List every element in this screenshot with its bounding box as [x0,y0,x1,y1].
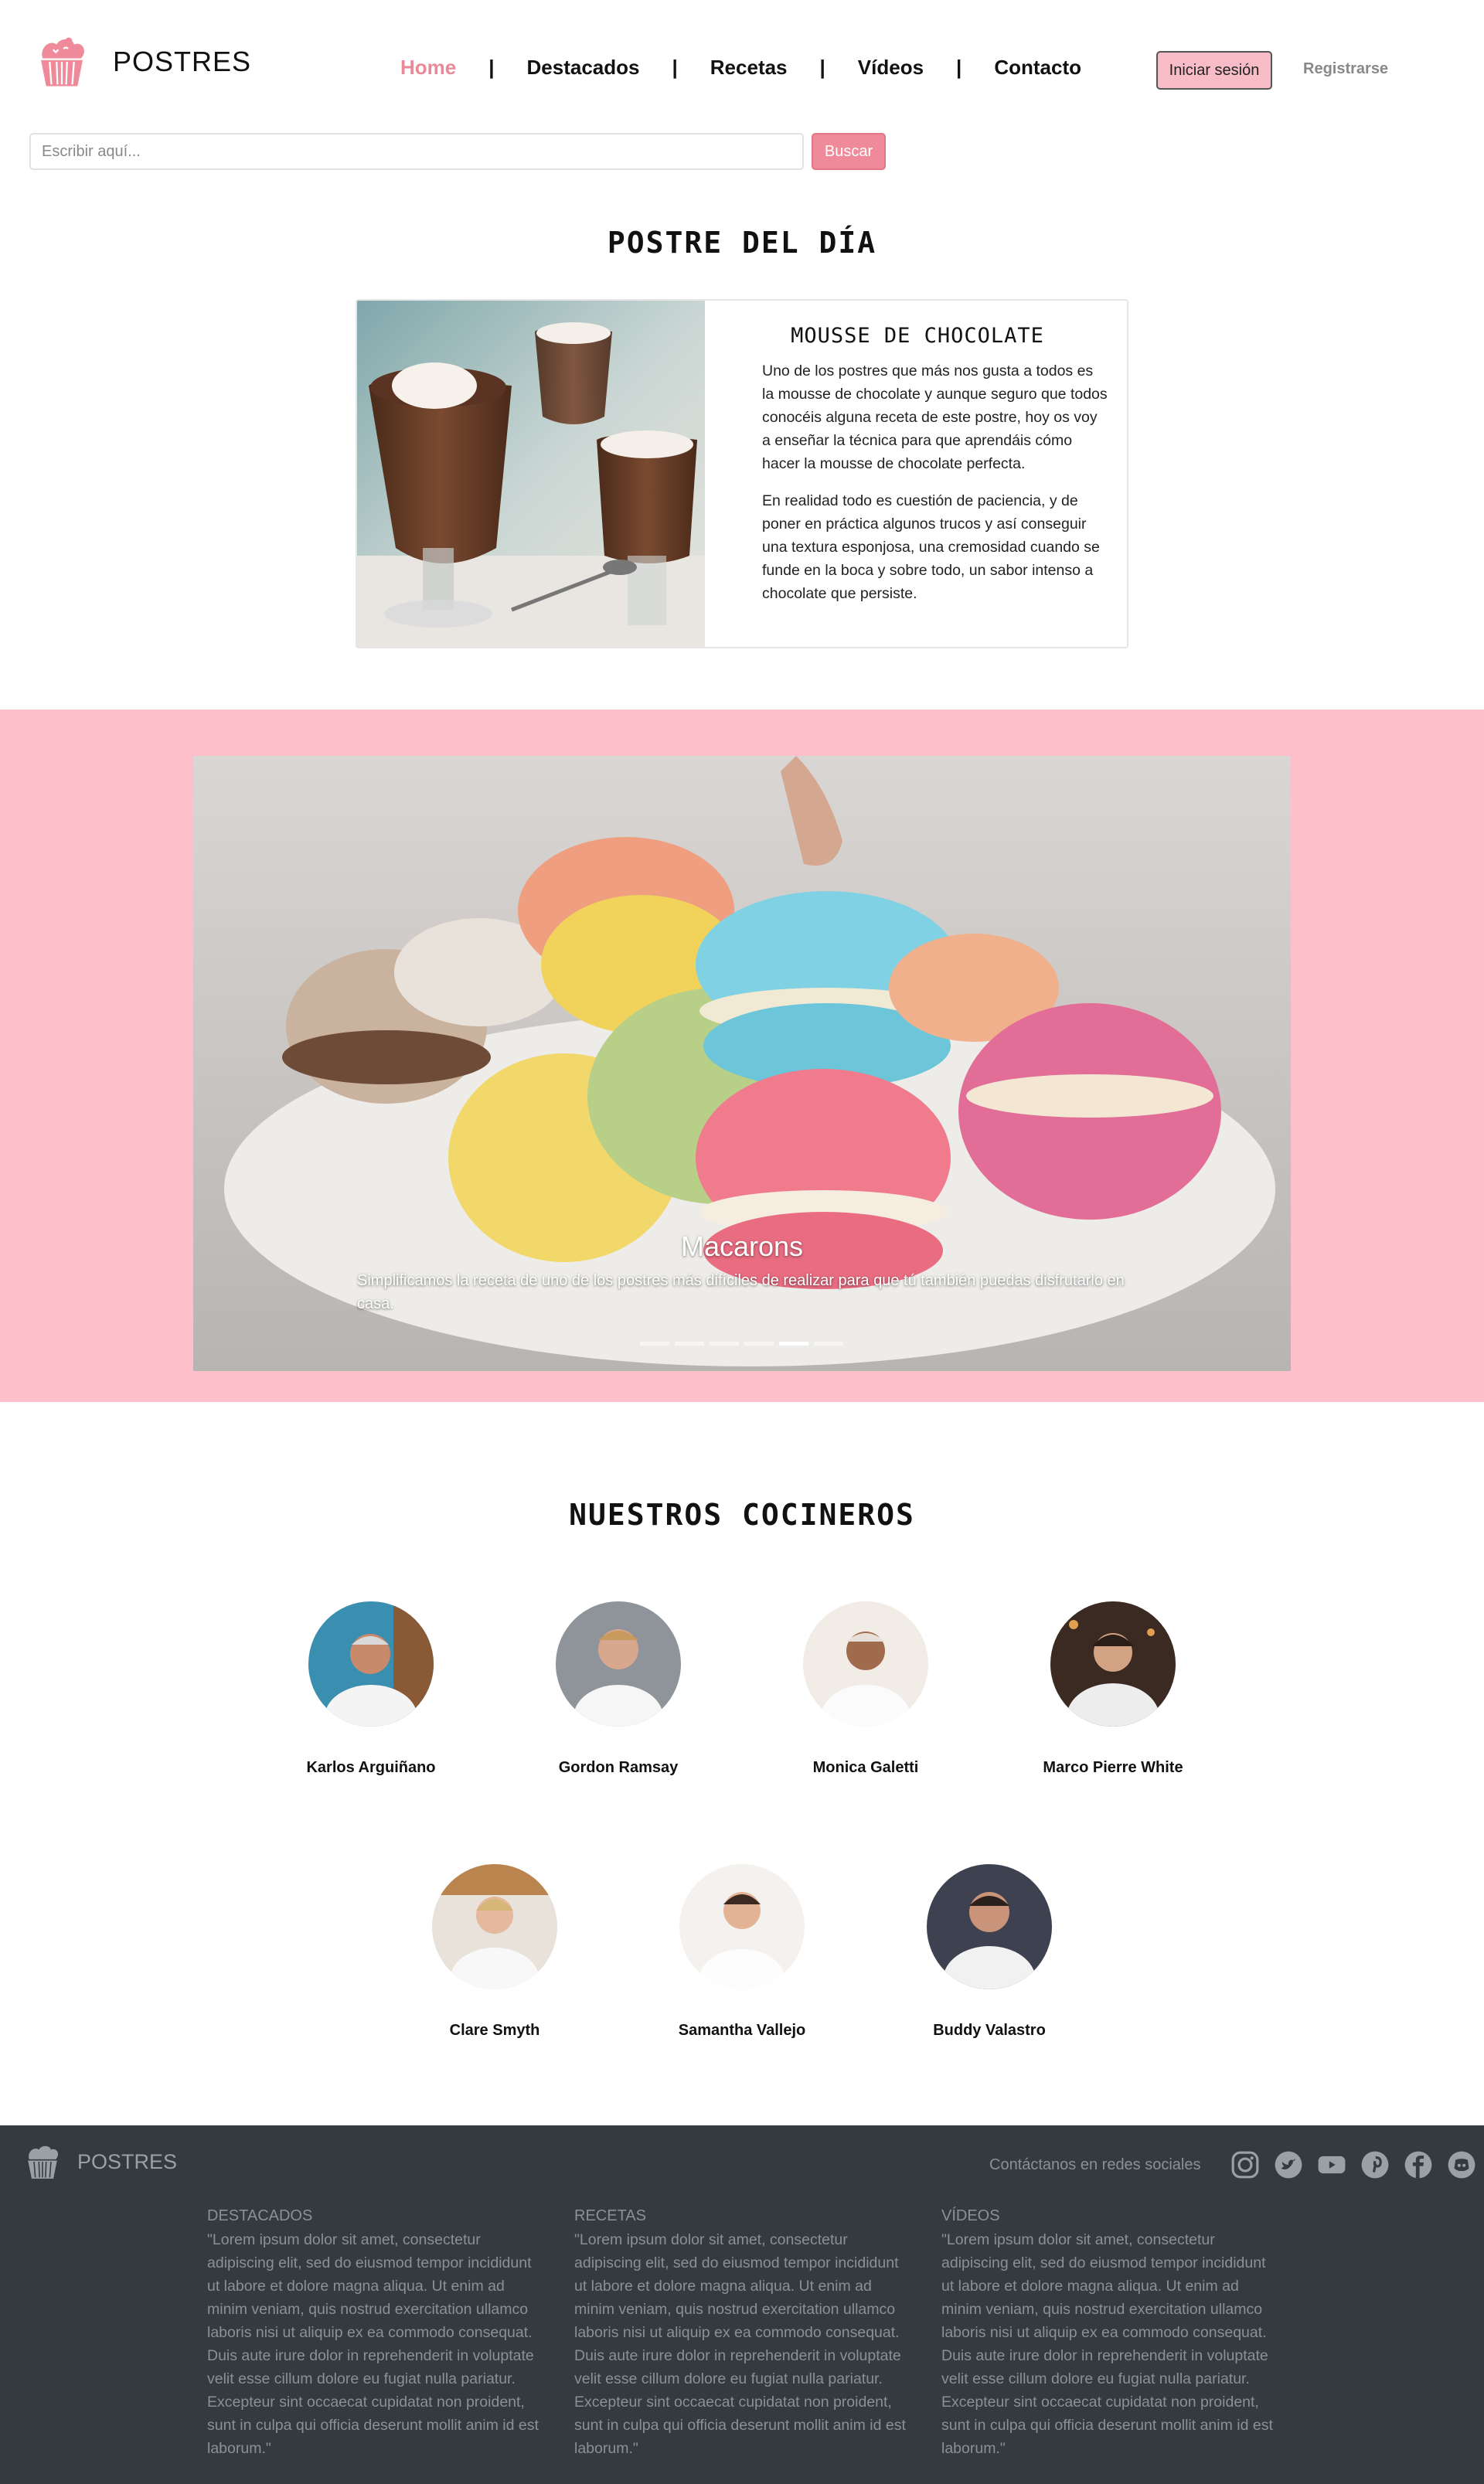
carousel-indicators [640,1342,849,1346]
footer-column-text: "Lorem ipsum dolor sit amet, consectetur… [574,2231,906,2457]
chef-photo-clare-smyth [432,1864,557,1989]
chef-card[interactable]: Gordon Ramsay [518,1601,719,1777]
nav-home[interactable]: Home [400,56,456,80]
carousel-indicator-3[interactable] [710,1342,739,1346]
nav-separator: | [819,56,825,79]
footer-column-title[interactable]: VÍDEOS [941,2207,1281,2225]
chef-photo-monica-galetti [803,1601,928,1727]
login-button[interactable]: Iniciar sesión [1156,51,1272,90]
chef-name: Clare Smyth [449,2022,540,2039]
instagram-icon[interactable] [1230,2150,1260,2179]
dessert-of-day-title: POSTRE DEL DÍA [607,226,877,260]
chef-name: Gordon Ramsay [558,1759,679,1776]
twitter-icon[interactable] [1274,2150,1303,2179]
site-header: POSTRES Home | Destacados | Recetas | Ví… [0,0,1484,124]
footer-column-videos: VÍDEOS "Lorem ipsum dolor sit amet, cons… [941,2207,1281,2460]
nav-separator: | [488,56,495,79]
footer-column-text: "Lorem ipsum dolor sit amet, consectetur… [941,2231,1273,2457]
chef-name: Karlos Arguiñano [306,1759,436,1776]
site-footer: POSTRES Contáctanos en redes sociales DE… [0,2125,1484,2484]
carousel-indicator-1[interactable] [640,1342,669,1346]
cupcake-icon [41,37,84,87]
chef-card[interactable]: Clare Smyth [394,1864,595,2040]
main-nav: Home | Destacados | Recetas | Vídeos | C… [400,56,1081,80]
carousel-indicator-2[interactable] [675,1342,704,1346]
brand-logo[interactable]: POSTRES [34,34,251,90]
chefs-title: NUESTROS COCINEROS [569,1498,915,1532]
nav-videos[interactable]: Vídeos [858,56,924,80]
carousel-indicator-6[interactable] [814,1342,843,1346]
featured-carousel[interactable]: Macarons Simplificamos la receta de uno … [193,756,1291,1371]
dessert-description-1: Uno de los postres que más nos gusta a t… [762,362,1108,472]
search-input[interactable] [29,133,804,170]
chef-card[interactable]: Marco Pierre White [1013,1601,1213,1777]
chef-photo-gordon-ramsay [556,1601,681,1727]
chef-card[interactable]: Karlos Arguiñano [271,1601,471,1777]
chef-card[interactable]: Monica Galetti [765,1601,966,1777]
chef-photo-karlos-arguinano [308,1601,434,1727]
cupcake-icon [28,2145,59,2179]
footer-brand[interactable]: POSTRES [23,2142,177,2181]
chocolate-mousse-image [357,301,705,647]
youtube-icon[interactable] [1317,2150,1346,2179]
pinterest-icon[interactable] [1360,2150,1390,2179]
footer-brand-name: POSTRES [77,2149,178,2173]
footer-column-recetas: RECETAS "Lorem ipsum dolor sit amet, con… [574,2207,914,2460]
footer-column-text: "Lorem ipsum dolor sit amet, consectetur… [207,2231,539,2457]
register-link[interactable]: Registrarse [1303,60,1388,78]
dessert-name: MOUSSE DE CHOCOLATE [791,324,1044,348]
carousel-caption-text: Simplificamos la receta de uno de los po… [357,1272,1125,1312]
chef-name: Buddy Valastro [933,2022,1046,2039]
chef-name: Marco Pierre White [1043,1759,1183,1776]
nav-separator: | [956,56,962,79]
footer-column-title[interactable]: RECETAS [574,2207,914,2225]
carousel-indicator-5[interactable] [779,1342,808,1346]
footer-column-title[interactable]: DESTACADOS [207,2207,547,2225]
chef-photo-samantha-vallejo [679,1864,805,1989]
search-button[interactable]: Buscar [812,133,886,170]
dessert-description-2: En realidad todo es cuestión de pacienci… [762,492,1100,602]
nav-separator: | [672,56,678,79]
nav-destacados[interactable]: Destacados [527,56,640,80]
social-links: Contáctanos en redes sociales [989,2150,1476,2179]
brand-name: POSTRES [113,46,252,77]
chef-card[interactable]: Samantha Vallejo [642,1864,842,2040]
dessert-of-day-card: MOUSSE DE CHOCOLATE Uno de los postres q… [356,299,1128,648]
chef-name: Monica Galetti [812,1759,919,1776]
social-label: Contáctanos en redes sociales [989,2156,1201,2173]
chef-name: Samantha Vallejo [678,2022,806,2039]
discord-icon[interactable] [1447,2150,1476,2179]
footer-column-destacados: DESTACADOS "Lorem ipsum dolor sit amet, … [207,2207,547,2460]
chef-photo-buddy-valastro [927,1864,1052,1989]
nav-recetas[interactable]: Recetas [710,56,788,80]
nav-contacto[interactable]: Contacto [994,56,1081,80]
chef-photo-marco-pierre-white [1050,1601,1176,1727]
chef-card[interactable]: Buddy Valastro [889,1864,1090,2040]
facebook-icon[interactable] [1404,2150,1433,2179]
carousel-caption-title: Macarons [680,1230,804,1262]
carousel-indicator-4[interactable] [744,1342,774,1346]
